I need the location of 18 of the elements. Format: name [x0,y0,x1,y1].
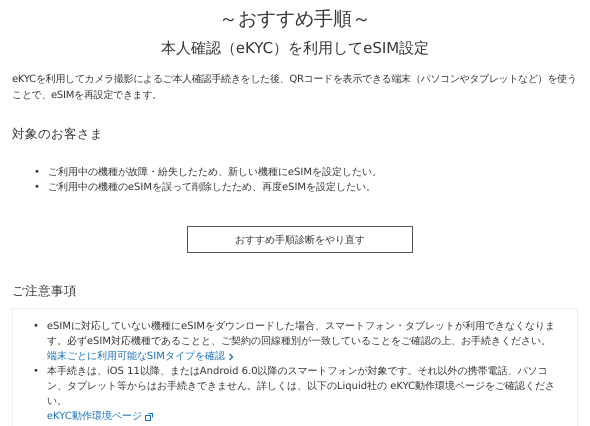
target-item: ご利用中の機種が故障・紛失したため、新しい機種にeSIMを設定したい。 [48,166,382,180]
bullet: • [34,181,40,195]
note-text: eSIMに対応していない機種にeSIMをダウンロードした場合、スマートフォン・タブレットが利用できなくなります。必ずeSIM対応機種であることと、ご契約の回線種別が一致していることをご確認の上、お手続きください。 [46,320,556,349]
page-title: ～おすすめ手順～ [218,7,372,32]
target-item: ご利用中の機種のeSIMを誤って削除したため、再度eSIMを設定したい。 [48,180,376,195]
note-link[interactable]: 端末ごとに利用可能なSIMタイプを確認 [46,349,234,364]
chevron-icon [228,352,234,360]
page-subtitle: 本人確認（eKYC）を利用してeSIM設定 [160,38,430,58]
intro-text: eKYCを利用してカメラ撮影によるご本人確認手続きをした後、QRコードを表示できる端末（パソコンやタブレットなど）を使うことで、eSIMを再設定できます。 [12,72,578,103]
external-link-icon [144,412,153,420]
section-heading: 対象のお客さま [12,126,104,143]
bullet: • [33,365,39,379]
bullet: • [33,320,39,334]
redo-button[interactable]: おすすめ手順診断をやり直す [187,226,413,253]
section-heading: ご注意事項 [12,283,78,300]
note-link[interactable]: eKYC動作環境ページ [46,409,153,424]
note-text: 本手続きは、iOS 11以降、またはAndroid 6.0以降のスマートフォンが対象です。それ以外の携帯電話、パソコン、タブレット等からはお手続きできません。詳しくは、以下のLiquid社の eKYC動作環境ページをご確認ください。 [46,364,556,409]
bullet: • [34,166,40,180]
